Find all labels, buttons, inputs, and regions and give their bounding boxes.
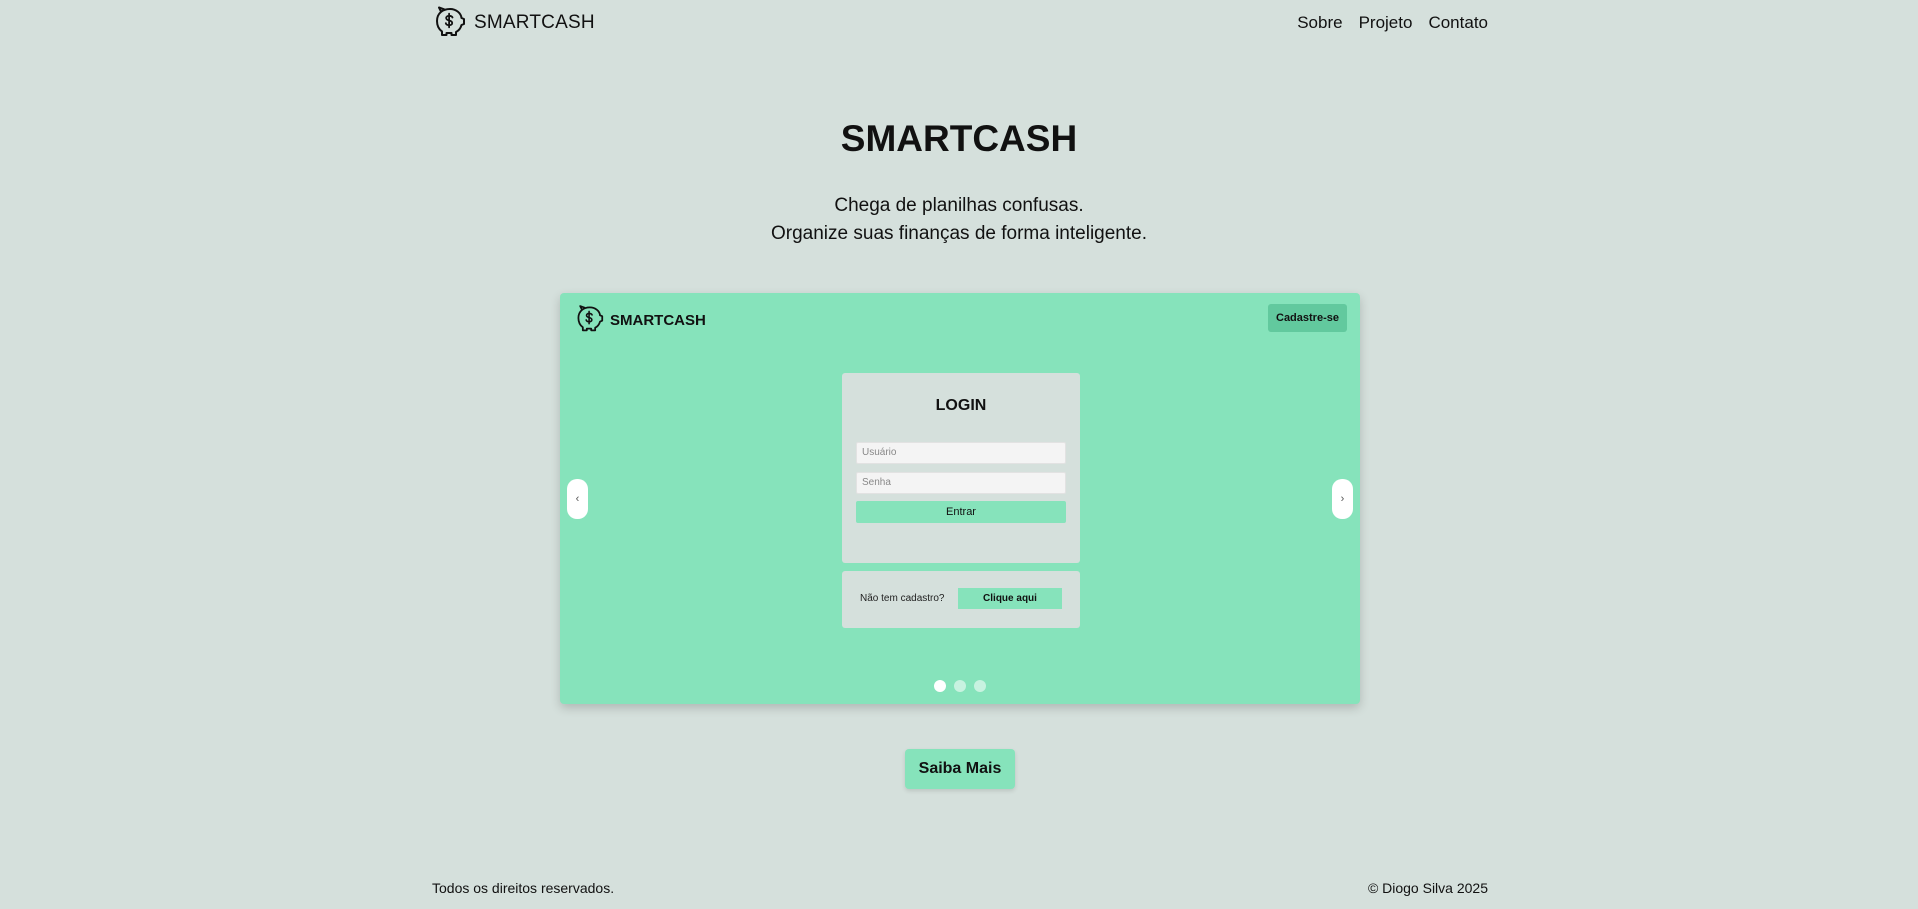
- nav-link-contato[interactable]: Contato: [1428, 13, 1488, 33]
- page-title: SMARTCASH: [840, 118, 1078, 159]
- slide-password-field: Senha: [856, 472, 1066, 494]
- slide-click-here-button: Clique aqui: [958, 588, 1062, 609]
- carousel-dot-2[interactable]: [954, 680, 966, 692]
- nav-links: Sobre Projeto Contato: [1297, 13, 1488, 33]
- hero-subtitle-line-2: Organize suas finanças de forma intelige…: [771, 223, 1147, 244]
- screenshot-carousel: SMARTCASH Cadastre-se LOGIN Usuário Senh…: [560, 293, 1360, 704]
- carousel-indicators: [560, 680, 1360, 692]
- slide-login-title: LOGIN: [935, 397, 987, 414]
- chevron-left-icon: ‹: [575, 493, 580, 505]
- piggy-bank-icon: [432, 4, 466, 43]
- slide-login-card: LOGIN Usuário Senha Entrar: [842, 373, 1080, 563]
- nav-link-projeto[interactable]: Projeto: [1359, 13, 1413, 33]
- slide-brand-name: SMARTCASH: [610, 312, 706, 329]
- footer: Todos os direitos reservados. © Diogo Si…: [432, 880, 1488, 896]
- slide-register-card: Não tem cadastro? Clique aqui: [842, 571, 1080, 628]
- hero-subtitle: Chega de planilhas confusas. Organize su…: [0, 192, 1918, 248]
- navbar: SMARTCASH Sobre Projeto Contato: [432, 0, 1488, 46]
- footer-copyright: © Diogo Silva 2025: [1367, 880, 1488, 896]
- slide-brand: SMARTCASH: [574, 303, 706, 338]
- slide-signup-button: Cadastre-se: [1268, 304, 1347, 332]
- hero-subtitle-line-1: Chega de planilhas confusas.: [834, 195, 1084, 216]
- nav-link-sobre[interactable]: Sobre: [1297, 13, 1342, 33]
- slide-submit-button: Entrar: [856, 501, 1066, 523]
- chevron-right-icon: ›: [1340, 493, 1345, 505]
- slide-no-account-text: Não tem cadastro?: [860, 593, 945, 604]
- slide-username-field: Usuário: [856, 442, 1066, 464]
- carousel-dot-3[interactable]: [974, 680, 986, 692]
- brand[interactable]: SMARTCASH: [432, 4, 595, 43]
- carousel-dot-1[interactable]: [934, 680, 946, 692]
- brand-name: SMARTCASH: [474, 12, 595, 33]
- learn-more-button[interactable]: Saiba Mais: [905, 749, 1015, 789]
- carousel-next-button[interactable]: ›: [1332, 479, 1353, 519]
- carousel-prev-button[interactable]: ‹: [567, 479, 588, 519]
- footer-rights: Todos os direitos reservados.: [432, 880, 615, 896]
- piggy-bank-icon: [574, 303, 604, 338]
